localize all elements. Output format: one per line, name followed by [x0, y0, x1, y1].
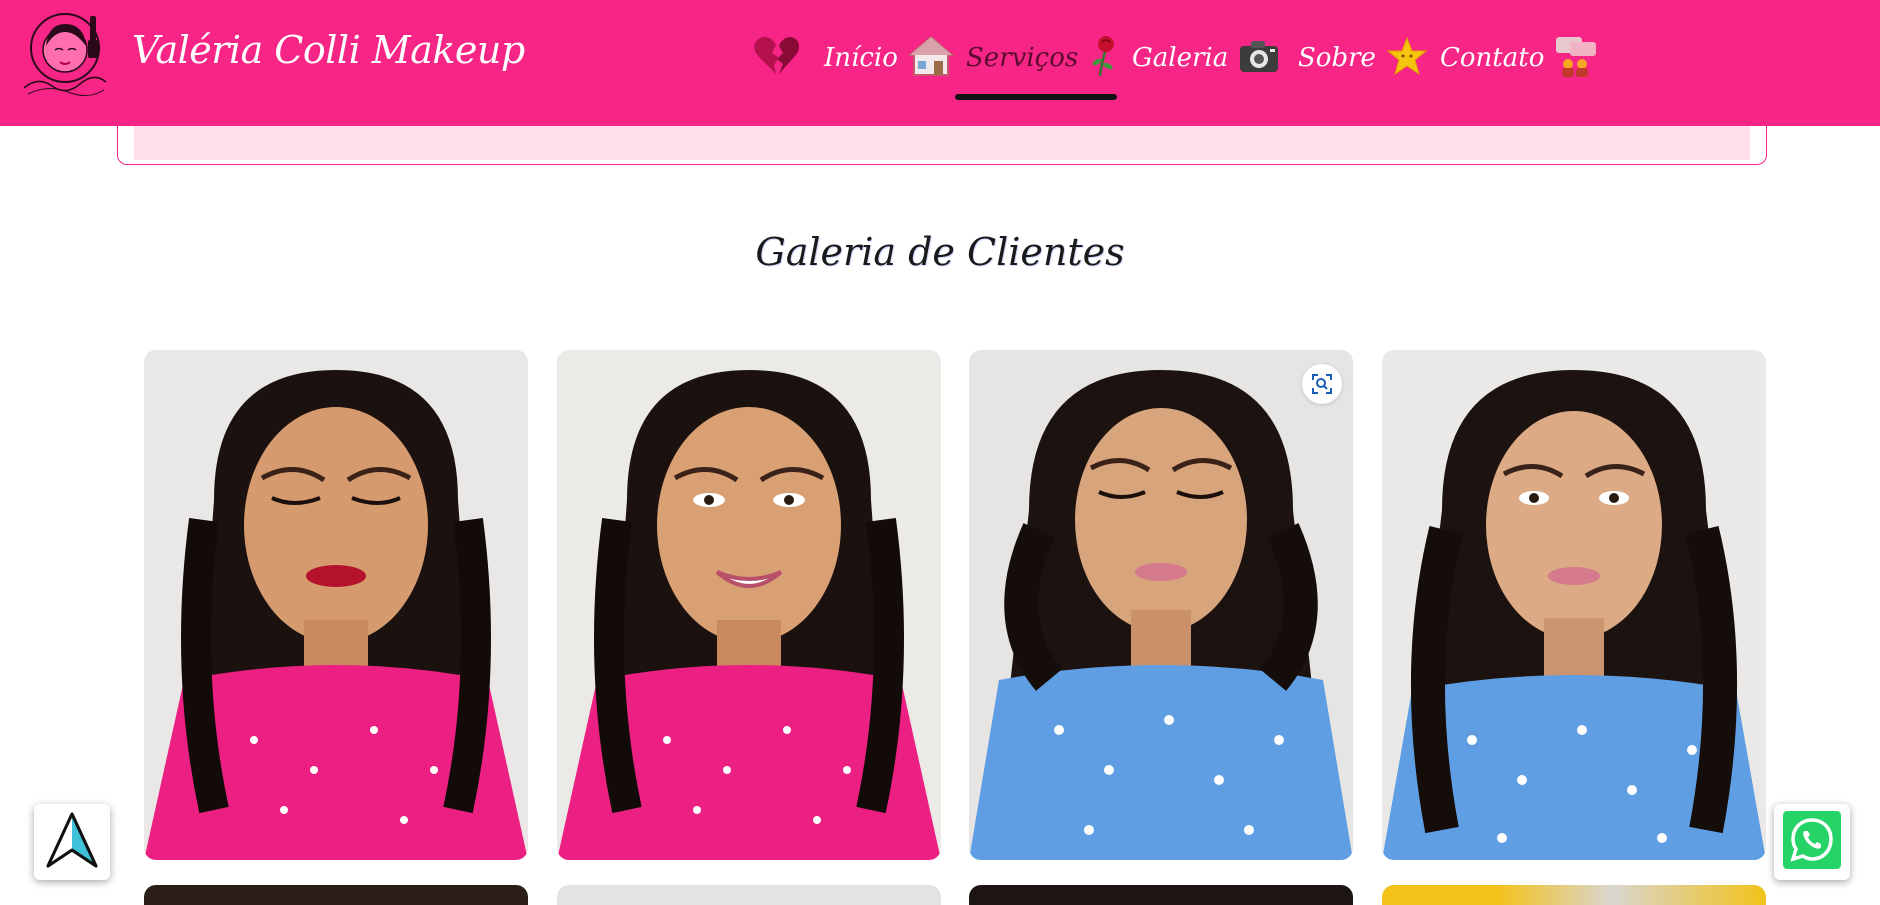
gallery-photo-3[interactable] [969, 350, 1353, 860]
navigation-arrow-button[interactable] [34, 804, 110, 880]
gallery-photo-6[interactable] [557, 885, 941, 905]
nav-label-sobre: Sobre [1298, 43, 1376, 73]
nav-active-underline [955, 94, 1117, 100]
nav-item-heart[interactable] [752, 36, 800, 80]
nav-item-contato[interactable]: Contato [1440, 36, 1598, 80]
nav-label-servicos: Serviços [966, 43, 1079, 73]
gallery-photo-2[interactable] [557, 350, 941, 860]
speech-bubbles-icon [1554, 34, 1598, 82]
camera-icon [1238, 38, 1280, 78]
nav-label-galeria: Galeria [1132, 43, 1229, 73]
gallery-photo-1[interactable] [144, 350, 528, 860]
nav-item-servicos[interactable]: Serviços [966, 36, 1120, 80]
whatsapp-button[interactable] [1774, 804, 1850, 880]
brand-name[interactable]: Valéria Colli Makeup [132, 28, 525, 72]
rose-icon [1088, 34, 1120, 82]
gallery-photo-8[interactable] [1382, 885, 1766, 905]
nav-item-inicio[interactable]: Início [824, 35, 955, 81]
gallery-title: Galeria de Clientes [755, 230, 1125, 274]
nav-item-galeria[interactable]: Galeria [1132, 36, 1280, 80]
nav-label-inicio: Início [824, 43, 898, 73]
house-icon [907, 35, 955, 81]
nav-item-sobre[interactable]: Sobre [1298, 36, 1428, 80]
navigation-arrow-icon [44, 810, 100, 874]
gallery-photo-4[interactable] [1382, 350, 1766, 860]
whatsapp-icon [1783, 811, 1841, 873]
star-icon [1386, 36, 1428, 80]
brand-logo[interactable] [18, 10, 112, 100]
nav-label-contato: Contato [1440, 43, 1545, 73]
zoom-icon[interactable] [1302, 364, 1342, 404]
gallery-photo-7[interactable] [969, 885, 1353, 905]
site-header: Valéria Colli Makeup Início Serviços Gal… [0, 0, 1880, 126]
gallery-photo-5[interactable] [144, 885, 528, 905]
broken-heart-icon [752, 34, 800, 82]
